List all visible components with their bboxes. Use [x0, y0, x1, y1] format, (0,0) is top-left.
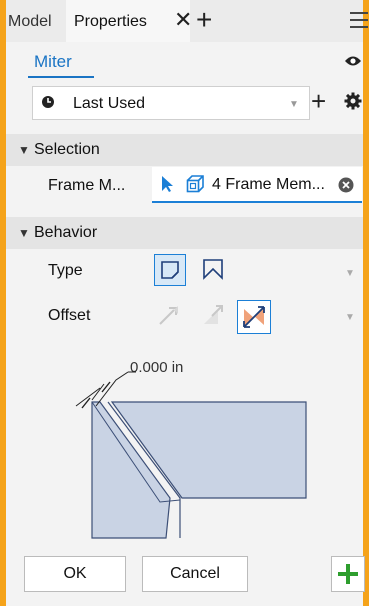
- behavior-section-label: Behavior: [34, 224, 98, 241]
- chevron-down-icon[interactable]: ▼: [345, 268, 355, 279]
- frame-members-select[interactable]: 4 Frame Mem...: [152, 167, 362, 203]
- selection-section-label: Selection: [34, 141, 100, 158]
- offset-both-sides-button[interactable]: [237, 300, 271, 334]
- miter-type-bisect-button[interactable]: [198, 254, 228, 284]
- gear-icon[interactable]: [344, 92, 362, 110]
- bisect-miter-icon: [203, 259, 223, 280]
- frame-member-icon: [186, 175, 204, 193]
- eye-icon[interactable]: [344, 55, 362, 67]
- offset-other-side-icon[interactable]: [200, 302, 226, 328]
- clear-selection-icon[interactable]: [338, 177, 354, 193]
- miter-panel: Model Properties ✕ + Miter Last Used ▼ +: [6, 0, 368, 606]
- frame-members-label: Frame M...: [48, 177, 126, 194]
- ok-button[interactable]: OK: [24, 556, 126, 592]
- chevron-down-icon[interactable]: ▼: [345, 312, 355, 323]
- chevron-down-icon: ▼: [289, 99, 299, 110]
- frame-members-value: 4 Frame Mem...: [212, 176, 325, 193]
- tab-properties-label: Properties: [74, 13, 147, 30]
- preset-value: Last Used: [73, 95, 146, 112]
- tab-model[interactable]: Model: [8, 13, 52, 31]
- selection-section-header[interactable]: ▼ Selection: [6, 134, 363, 166]
- tab-bar: Model Properties ✕ +: [6, 0, 368, 42]
- behavior-section-header[interactable]: ▼ Behavior: [6, 217, 363, 249]
- tab-properties[interactable]: Properties ✕: [66, 0, 192, 42]
- collapse-arrow-icon: ▼: [18, 226, 30, 240]
- plus-icon: [338, 564, 358, 584]
- miter-preview-diagram: [75, 371, 307, 539]
- frame-accent-right: [363, 0, 369, 606]
- close-tab-icon[interactable]: ✕: [174, 9, 192, 31]
- offset-one-side-icon[interactable]: [156, 302, 182, 328]
- add-preset-icon[interactable]: +: [311, 86, 326, 116]
- cancel-button[interactable]: Cancel: [142, 556, 248, 592]
- title-underline: [28, 76, 94, 78]
- preset-dropdown[interactable]: Last Used ▼: [32, 86, 310, 120]
- offset-label: Offset: [48, 307, 91, 324]
- add-tab-icon[interactable]: +: [196, 6, 212, 34]
- collapse-arrow-icon: ▼: [18, 143, 30, 157]
- select-cursor-icon: [162, 176, 173, 192]
- offset-both-sides-icon: [243, 306, 265, 328]
- clock-icon: [42, 96, 54, 108]
- miter-type-full-button[interactable]: [154, 254, 186, 286]
- menu-icon[interactable]: [350, 12, 368, 28]
- apply-button[interactable]: [331, 556, 365, 592]
- full-miter-icon: [161, 261, 179, 279]
- type-label: Type: [48, 262, 83, 279]
- panel-title: Miter: [34, 52, 72, 71]
